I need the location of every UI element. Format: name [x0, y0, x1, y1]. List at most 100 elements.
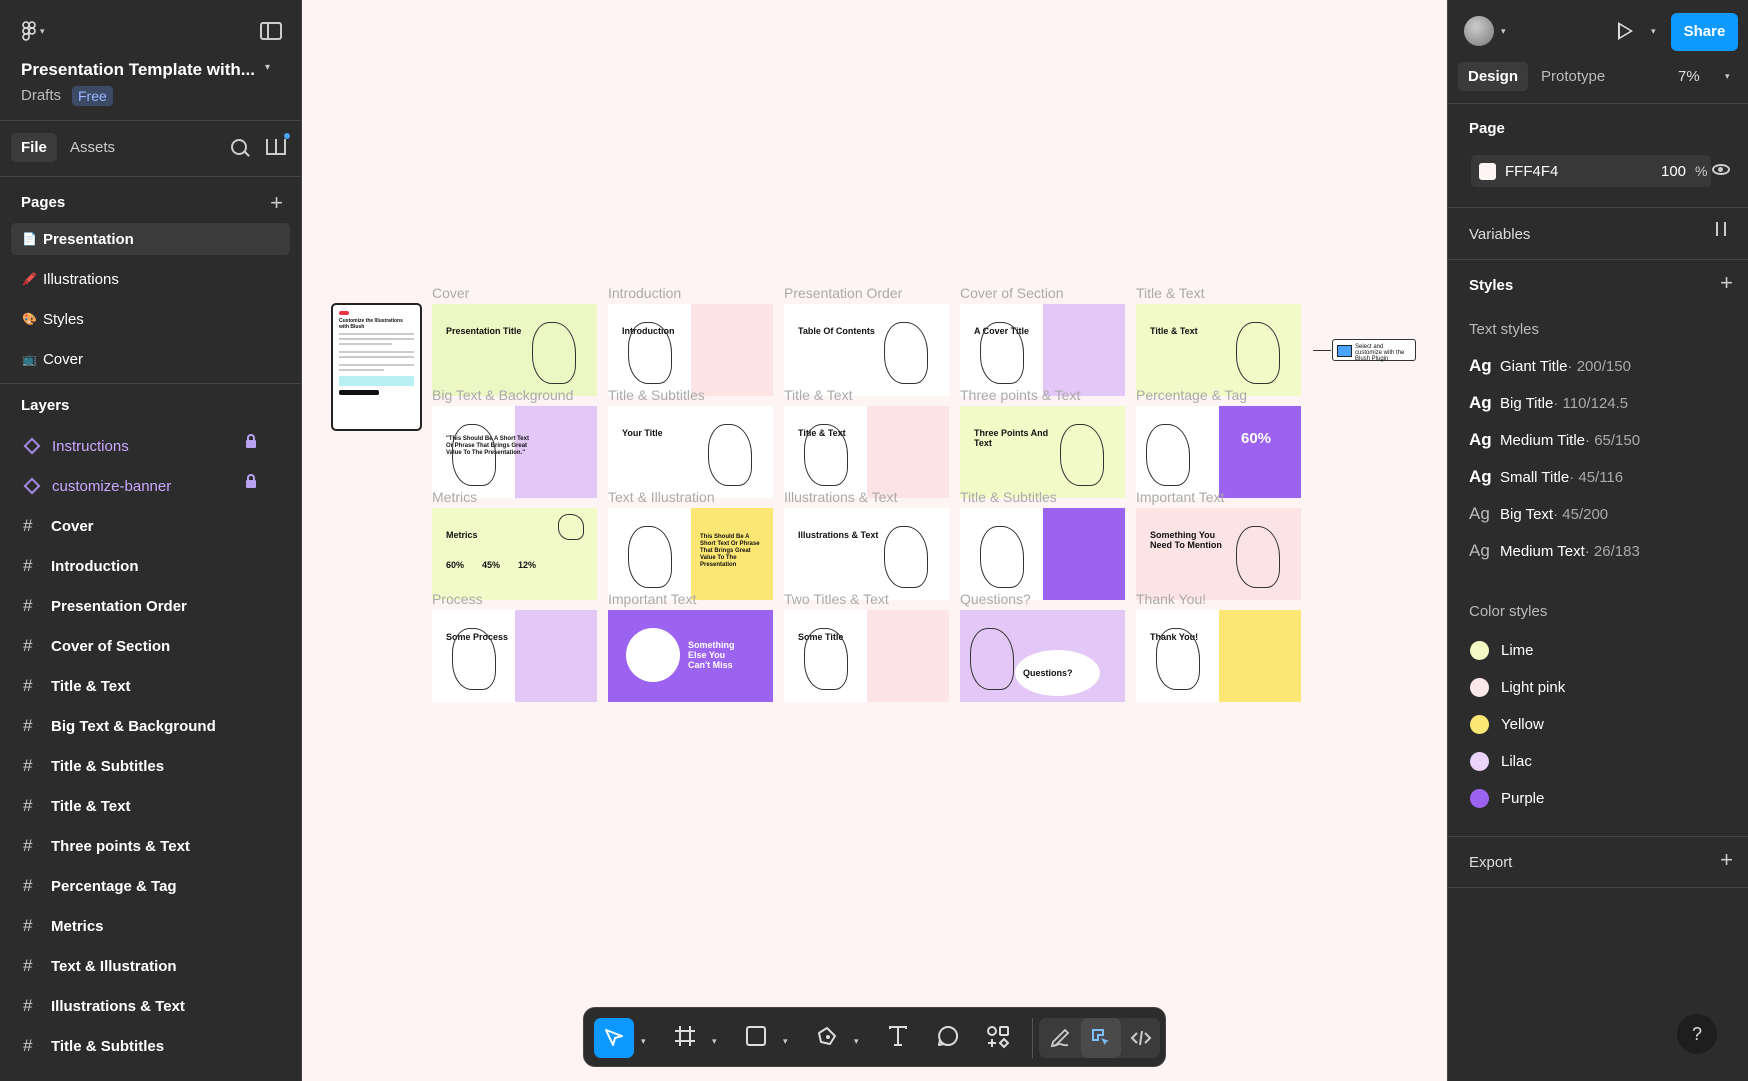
rectangle-tool-icon[interactable] — [745, 1025, 767, 1047]
frame-label[interactable]: Title & Subtitles — [960, 489, 1057, 505]
text-style-item[interactable]: Ag Big Title · 110/124.5 — [1469, 393, 1628, 413]
text-style-item[interactable]: Ag Big Text · 45/200 — [1469, 504, 1608, 524]
slide-frame[interactable]: Some Title — [784, 610, 949, 702]
slide-frame[interactable]: 60% — [1136, 406, 1301, 498]
slide-frame[interactable]: Metrics 60% 45% 12% — [432, 508, 597, 600]
page-item-1[interactable]: 🖍️ Illustrations — [11, 263, 290, 295]
chevron-down-icon[interactable]: ▾ — [783, 1036, 788, 1047]
color-style-item[interactable]: Lime — [1470, 641, 1534, 660]
layer-item[interactable]: # Percentage & Tag — [0, 866, 301, 906]
page-color-swatch[interactable] — [1479, 163, 1496, 180]
avatar[interactable] — [1464, 16, 1494, 46]
slide-frame[interactable]: Table Of Contents — [784, 304, 949, 396]
slide-frame[interactable]: A Cover Title — [960, 304, 1125, 396]
add-page-icon[interactable]: + — [270, 183, 283, 223]
export-heading[interactable]: Export — [1469, 854, 1512, 871]
draw-mode-icon[interactable] — [1049, 1027, 1071, 1049]
tab-design[interactable]: Design — [1458, 62, 1529, 91]
slide-frame[interactable]: Illustrations & Text — [784, 508, 949, 600]
slide-frame[interactable]: Some Process — [432, 610, 597, 702]
frame-label[interactable]: Percentage & Tag — [1136, 387, 1247, 403]
page-item-2[interactable]: 🎨 Styles — [11, 303, 290, 335]
move-tool-button[interactable] — [594, 1018, 634, 1058]
design-mode-icon[interactable] — [1090, 1027, 1112, 1049]
page-opacity[interactable]: 100 — [1661, 163, 1686, 180]
page-color-hex[interactable]: FFF4F4 — [1505, 163, 1558, 180]
add-style-icon[interactable]: + — [1720, 270, 1733, 296]
canvas[interactable]: Customize the Illustrations with Blush C… — [302, 0, 1447, 1081]
layer-item[interactable]: customize-banner — [0, 466, 301, 506]
figma-menu-button[interactable]: ▾ — [22, 20, 58, 42]
layer-item[interactable]: # Big Text & Background — [0, 706, 301, 746]
chevron-down-icon[interactable]: ▾ — [854, 1036, 859, 1047]
slide-frame[interactable]: Some Title — [960, 508, 1125, 600]
slide-frame[interactable]: This Should Be A Short Text Or Phrase Th… — [608, 508, 773, 600]
chevron-down-icon[interactable]: ▾ — [265, 62, 270, 73]
layer-item[interactable]: # Text & Illustration — [0, 946, 301, 986]
frame-label[interactable]: Process — [432, 591, 483, 607]
zoom-level[interactable]: 7% — [1678, 68, 1700, 85]
layer-item[interactable]: # Title & Subtitles — [0, 746, 301, 786]
color-style-item[interactable]: Lilac — [1470, 752, 1532, 771]
slide-frame[interactable]: Title & Text — [784, 406, 949, 498]
file-title[interactable]: Presentation Template with... — [21, 60, 255, 80]
frame-label[interactable]: Cover — [432, 285, 469, 301]
library-icon[interactable] — [266, 133, 290, 155]
slide-frame[interactable]: Your Title — [608, 406, 773, 498]
frame-label[interactable]: Introduction — [608, 285, 681, 301]
text-style-item[interactable]: Ag Medium Text · 26/183 — [1469, 541, 1640, 561]
tab-assets[interactable]: Assets — [70, 139, 115, 156]
lock-icon[interactable] — [246, 434, 256, 448]
frame-label[interactable]: Three points & Text — [960, 387, 1080, 403]
text-style-item[interactable]: Ag Small Title · 45/116 — [1469, 467, 1623, 487]
actions-tool-icon[interactable] — [986, 1025, 1010, 1049]
layer-item[interactable]: # Metrics — [0, 906, 301, 946]
layer-item[interactable]: # Presentation Order — [0, 586, 301, 626]
slide-frame[interactable]: Thank You! — [1136, 610, 1301, 702]
layer-item[interactable]: # Cover of Section — [0, 626, 301, 666]
slide-frame[interactable]: Three Points And Text — [960, 406, 1125, 498]
frame-label[interactable]: Presentation Order — [784, 285, 902, 301]
layer-item[interactable]: # Cover — [0, 506, 301, 546]
layer-item[interactable]: # Illustrations & Text — [0, 986, 301, 1026]
dev-mode-icon[interactable] — [1130, 1027, 1152, 1049]
slide-frame[interactable]: Something Else You Can't Miss — [608, 610, 773, 702]
slide-frame[interactable]: Something You Need To Mention — [1136, 508, 1301, 600]
tab-prototype[interactable]: Prototype — [1541, 68, 1605, 85]
customize-banner[interactable]: Select and customize with the Blush Plug… — [1332, 339, 1416, 362]
slide-frame[interactable]: Questions? — [960, 610, 1125, 702]
color-style-item[interactable]: Yellow — [1470, 715, 1544, 734]
slide-frame[interactable]: Title & Text — [1136, 304, 1301, 396]
share-button[interactable]: Share — [1671, 13, 1738, 51]
frame-label[interactable]: Title & Text — [784, 387, 852, 403]
frame-label[interactable]: Title & Text — [1136, 285, 1204, 301]
text-style-item[interactable]: Ag Giant Title · 200/150 — [1469, 356, 1631, 376]
frame-label[interactable]: Illustrations & Text — [784, 489, 897, 505]
variables-heading[interactable]: Variables — [1469, 226, 1530, 243]
frame-label[interactable]: Thank You! — [1136, 591, 1206, 607]
frame-label[interactable]: Important Text — [1136, 489, 1224, 505]
slide-frame[interactable]: Introduction — [608, 304, 773, 396]
text-style-item[interactable]: Ag Medium Title · 65/150 — [1469, 430, 1640, 450]
present-play-icon[interactable] — [1618, 22, 1633, 40]
text-tool-icon[interactable] — [887, 1025, 909, 1047]
frame-label[interactable]: Important Text — [608, 591, 696, 607]
eye-icon[interactable] — [1712, 164, 1730, 175]
layer-item[interactable]: # Introduction — [0, 546, 301, 586]
add-export-icon[interactable]: + — [1720, 847, 1733, 873]
layer-item[interactable]: # Title & Text — [0, 666, 301, 706]
tab-file[interactable]: File — [11, 133, 57, 162]
page-item-0[interactable]: 📄 Presentation — [11, 223, 290, 255]
layer-item[interactable]: # Title & Subtitles — [0, 1026, 301, 1066]
frame-label[interactable]: Title & Subtitles — [608, 387, 705, 403]
comment-tool-icon[interactable] — [937, 1025, 959, 1047]
layer-item[interactable]: # Title & Text — [0, 786, 301, 826]
chevron-down-icon[interactable]: ▾ — [1725, 71, 1730, 82]
chevron-down-icon[interactable]: ▾ — [1651, 26, 1656, 37]
frame-label[interactable]: Metrics — [432, 489, 477, 505]
file-location[interactable]: Drafts — [21, 87, 61, 104]
frame-label[interactable]: Questions? — [960, 591, 1031, 607]
sidebar-toggle-icon[interactable] — [260, 22, 282, 40]
chevron-down-icon[interactable]: ▾ — [1501, 26, 1506, 37]
instructions-frame[interactable]: Customize the Illustrations with Blush — [331, 303, 422, 431]
